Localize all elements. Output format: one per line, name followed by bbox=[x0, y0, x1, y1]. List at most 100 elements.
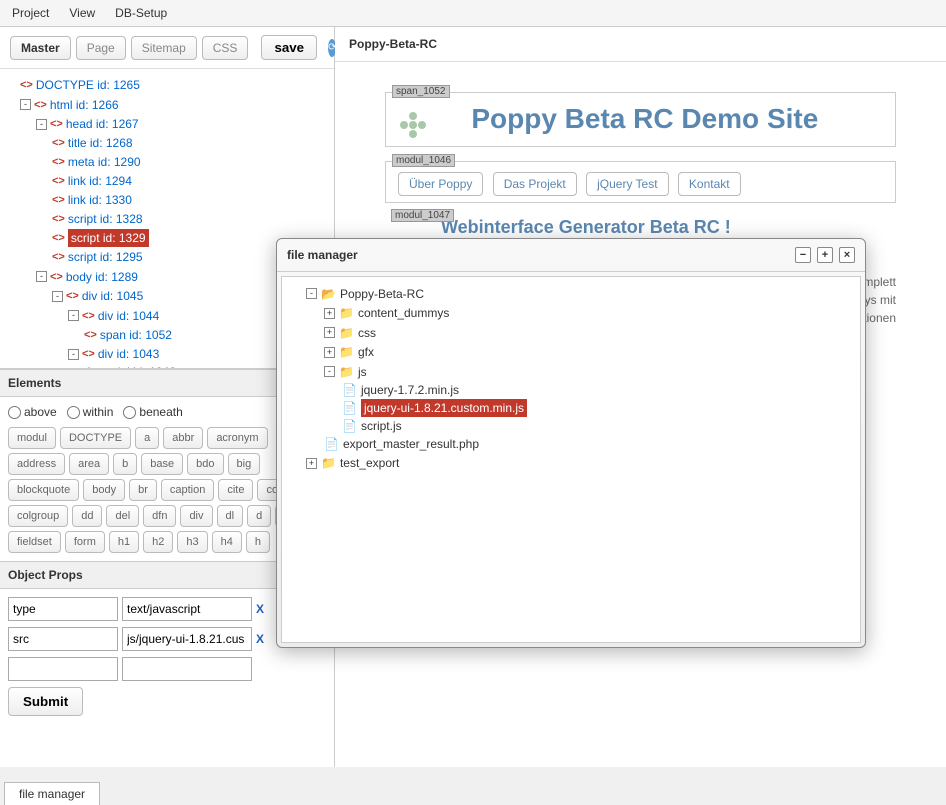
menu-project[interactable]: Project bbox=[12, 6, 49, 20]
tag-area[interactable]: area bbox=[69, 453, 109, 475]
tag-br[interactable]: br bbox=[129, 479, 157, 501]
fm-root[interactable]: Poppy-Beta-RC bbox=[340, 285, 424, 303]
maximize-icon[interactable]: + bbox=[817, 247, 833, 263]
tag-h4[interactable]: h4 bbox=[212, 531, 242, 553]
tag-dl[interactable]: dl bbox=[217, 505, 244, 527]
tab-page[interactable]: Page bbox=[76, 36, 126, 60]
menu-view[interactable]: View bbox=[69, 6, 95, 20]
fm-item[interactable]: gfx bbox=[358, 343, 374, 361]
file-manager-body[interactable]: -📂Poppy-Beta-RC+📁content_dummys+📁css+📁gf… bbox=[281, 276, 861, 643]
tag-caption[interactable]: caption bbox=[161, 479, 214, 501]
tree-node[interactable]: div id: 1044 bbox=[98, 307, 159, 325]
tree-node[interactable]: div id: 1043 bbox=[98, 345, 159, 363]
tag-address[interactable]: address bbox=[8, 453, 65, 475]
nav-projekt[interactable]: Das Projekt bbox=[493, 172, 577, 196]
tab-sitemap[interactable]: Sitemap bbox=[131, 36, 197, 60]
prop-key-0[interactable] bbox=[8, 597, 118, 621]
tree-node[interactable]: script id: 1329 bbox=[68, 229, 149, 247]
prop-val-1[interactable] bbox=[122, 627, 252, 651]
tag-del[interactable]: del bbox=[106, 505, 139, 527]
prop-key-2[interactable] bbox=[8, 657, 118, 681]
tree-node[interactable]: script id: 1295 bbox=[68, 248, 143, 266]
tree-node[interactable]: head id: 1267 bbox=[66, 115, 139, 133]
prop-delete[interactable]: X bbox=[256, 632, 264, 646]
fm-item[interactable]: js bbox=[358, 363, 367, 381]
tag-base[interactable]: base bbox=[141, 453, 183, 475]
tab-css[interactable]: CSS bbox=[202, 36, 249, 60]
file-manager-titlebar[interactable]: file manager − + × bbox=[277, 239, 865, 272]
tree-toggle[interactable]: - bbox=[68, 349, 79, 360]
tag-dfn[interactable]: dfn bbox=[143, 505, 176, 527]
prop-delete[interactable]: X bbox=[256, 602, 264, 616]
tag-a[interactable]: a bbox=[135, 427, 159, 449]
menu-dbsetup[interactable]: DB-Setup bbox=[115, 6, 167, 20]
tag-h2[interactable]: h2 bbox=[143, 531, 173, 553]
fm-toggle[interactable]: + bbox=[324, 308, 335, 319]
fm-toggle[interactable]: + bbox=[324, 347, 335, 358]
tag-icon: <> bbox=[20, 76, 33, 94]
fm-item[interactable]: test_export bbox=[340, 454, 399, 472]
tag-h3[interactable]: h3 bbox=[177, 531, 207, 553]
tag-DOCTYPE[interactable]: DOCTYPE bbox=[60, 427, 131, 449]
fm-item[interactable]: jquery-ui-1.8.21.custom.min.js bbox=[361, 399, 527, 417]
tree-node[interactable]: title id: 1268 bbox=[68, 134, 133, 152]
file-manager-dialog[interactable]: file manager − + × -📂Poppy-Beta-RC+📁cont… bbox=[276, 238, 866, 648]
tree-node[interactable]: DOCTYPE id: 1265 bbox=[36, 76, 140, 94]
fm-item[interactable]: script.js bbox=[361, 417, 402, 435]
radio-beneath[interactable]: beneath bbox=[123, 405, 182, 419]
tag-form[interactable]: form bbox=[65, 531, 105, 553]
tag-acronym[interactable]: acronym bbox=[207, 427, 267, 449]
tag-dd[interactable]: dd bbox=[72, 505, 102, 527]
tree-node[interactable]: link id: 1330 bbox=[68, 191, 132, 209]
tag-body[interactable]: body bbox=[83, 479, 125, 501]
fm-item[interactable]: export_master_result.php bbox=[343, 435, 479, 453]
tree-node[interactable]: div id: 1045 bbox=[82, 287, 143, 305]
tag-cite[interactable]: cite bbox=[218, 479, 253, 501]
fm-item[interactable]: content_dummys bbox=[358, 304, 449, 322]
tree-toggle[interactable]: - bbox=[36, 119, 47, 130]
fm-toggle[interactable]: + bbox=[324, 327, 335, 338]
folder-icon: 📁 bbox=[339, 324, 354, 342]
tree-node[interactable]: meta id: 1290 bbox=[68, 153, 141, 171]
tree-node[interactable]: link id: 1294 bbox=[68, 172, 132, 190]
tree-node[interactable]: html id: 1266 bbox=[50, 96, 119, 114]
tag-big[interactable]: big bbox=[228, 453, 261, 475]
nav-uber[interactable]: Über Poppy bbox=[398, 172, 483, 196]
minimize-icon[interactable]: − bbox=[795, 247, 811, 263]
tag-h[interactable]: h bbox=[246, 531, 270, 553]
tree-toggle[interactable]: - bbox=[36, 271, 47, 282]
nav-kontakt[interactable]: Kontakt bbox=[678, 172, 741, 196]
fm-toggle[interactable]: + bbox=[306, 458, 317, 469]
fm-toggle[interactable]: - bbox=[324, 366, 335, 377]
tree-node[interactable]: body id: 1289 bbox=[66, 268, 138, 286]
tag-modul[interactable]: modul bbox=[8, 427, 56, 449]
prop-key-1[interactable] bbox=[8, 627, 118, 651]
tree-node[interactable]: script id: 1328 bbox=[68, 210, 143, 228]
fm-toggle[interactable]: - bbox=[306, 288, 317, 299]
tag-fieldset[interactable]: fieldset bbox=[8, 531, 61, 553]
tag-b[interactable]: b bbox=[113, 453, 137, 475]
radio-above[interactable]: above bbox=[8, 405, 57, 419]
tag-blockquote[interactable]: blockquote bbox=[8, 479, 79, 501]
tree-toggle[interactable]: - bbox=[52, 291, 63, 302]
radio-within[interactable]: within bbox=[67, 405, 114, 419]
tag-div[interactable]: div bbox=[180, 505, 212, 527]
fm-item[interactable]: css bbox=[358, 324, 376, 342]
tag-colgroup[interactable]: colgroup bbox=[8, 505, 68, 527]
save-button[interactable]: save bbox=[261, 35, 317, 60]
tag-bdo[interactable]: bdo bbox=[187, 453, 223, 475]
bottom-tab-filemanager[interactable]: file manager bbox=[4, 782, 100, 805]
tree-toggle[interactable]: - bbox=[20, 99, 31, 110]
tree-node[interactable]: span id: 1052 bbox=[100, 326, 172, 344]
tree-toggle[interactable]: - bbox=[68, 310, 79, 321]
tag-abbr[interactable]: abbr bbox=[163, 427, 203, 449]
tag-d[interactable]: d bbox=[247, 505, 271, 527]
close-icon[interactable]: × bbox=[839, 247, 855, 263]
tag-h1[interactable]: h1 bbox=[109, 531, 139, 553]
prop-val-2[interactable] bbox=[122, 657, 252, 681]
submit-button[interactable]: Submit bbox=[8, 687, 83, 716]
nav-jquery[interactable]: jQuery Test bbox=[586, 172, 668, 196]
tab-master[interactable]: Master bbox=[10, 36, 71, 60]
prop-val-0[interactable] bbox=[122, 597, 252, 621]
fm-item[interactable]: jquery-1.7.2.min.js bbox=[361, 381, 459, 399]
